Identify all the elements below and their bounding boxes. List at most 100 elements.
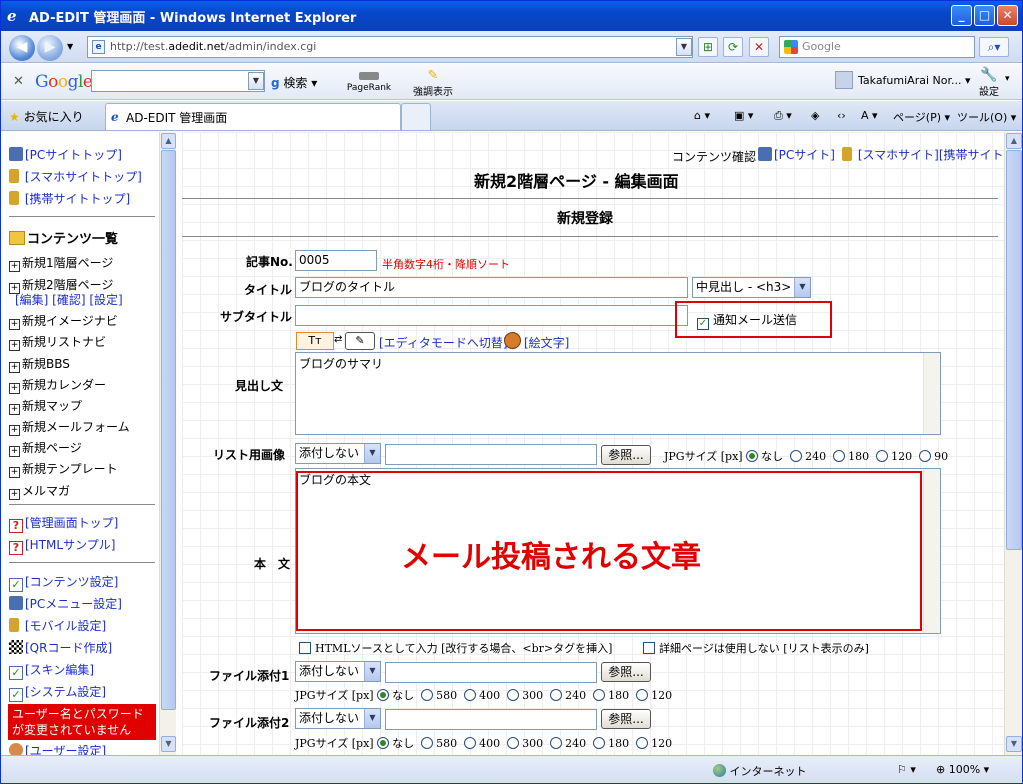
sidebar-smartphone-top-link[interactable]: [スマホサイトトップ] xyxy=(9,168,142,185)
sidebar-item-page[interactable]: + 新規ページ xyxy=(9,439,82,457)
main-scrollbar[interactable]: ▲ ▼ xyxy=(1004,132,1022,755)
pagerank-button[interactable]: PageRank xyxy=(343,70,395,93)
file2-select[interactable]: 添付しない ▼ xyxy=(295,708,381,729)
scroll-up-icon[interactable]: ▲ xyxy=(161,133,176,149)
sidebar-item-new-1level[interactable]: + 新規1階層ページ xyxy=(9,254,113,272)
sidebar-scrollbar[interactable]: ▲ ▼ xyxy=(159,132,176,755)
maximize-button[interactable]: □ xyxy=(974,5,995,26)
heading-level-select[interactable]: 中見出し - <h3> ▼ xyxy=(692,277,811,298)
forward-button[interactable]: ▶ xyxy=(37,35,63,61)
size-option-120[interactable]: 120 xyxy=(873,450,912,463)
file1-size-580[interactable]: 580 xyxy=(418,689,457,702)
home-icon[interactable]: ⌂ ▾ xyxy=(694,109,710,122)
sidebar-user-settings-link[interactable]: [ユーザー設定] xyxy=(9,742,106,755)
file2-size-400[interactable]: 400 xyxy=(461,737,500,750)
list-image-file-input[interactable] xyxy=(385,444,597,465)
sidebar-item-template[interactable]: + 新規テンプレート xyxy=(9,460,118,478)
google-account-button[interactable]: TakafumiArai Nor... ▾ xyxy=(858,74,971,87)
sidebar-mobile-top-link[interactable]: [携帯サイトトップ] xyxy=(9,190,130,207)
sidebar-item-mailform[interactable]: + 新規メールフォーム xyxy=(9,418,130,436)
close-button[interactable]: ✕ xyxy=(997,5,1018,26)
new-tab-button[interactable] xyxy=(401,103,431,130)
file1-browse-button[interactable]: 参照... xyxy=(601,662,651,682)
mobile-site-link[interactable]: [スマホサイト][携帯サイト] xyxy=(842,146,1008,163)
file1-size-120[interactable]: 120 xyxy=(633,689,672,702)
pc-site-link[interactable]: [PCサイト] xyxy=(758,146,835,163)
address-dropdown-icon[interactable]: ▼ xyxy=(676,38,692,56)
sidebar-item-list-navi[interactable]: + 新規リストナビ xyxy=(9,333,106,351)
favorites-button[interactable]: ★ お気に入り xyxy=(9,108,84,125)
sidebar-admin-top-link[interactable]: ? [管理画面トップ] xyxy=(9,514,118,533)
title-input[interactable]: ブログのタイトル xyxy=(295,277,688,298)
file2-input[interactable] xyxy=(385,709,597,730)
article-no-input[interactable]: 0005 xyxy=(295,250,377,271)
sidebar-sub-links[interactable]: [編集] [確認] [設定] xyxy=(15,291,123,308)
editor-mode-link[interactable]: [エディタモードへ切替] xyxy=(379,334,508,351)
print-icon[interactable]: ⎙ ▾ xyxy=(774,109,792,123)
scroll-up-icon[interactable]: ▲ xyxy=(1006,133,1022,149)
history-dropdown-icon[interactable]: ▼ xyxy=(67,42,73,51)
emoji-icon[interactable] xyxy=(504,332,521,349)
heading-text-area[interactable]: ブログのサマリ xyxy=(295,352,941,435)
close-toolbar-icon[interactable]: ✕ xyxy=(13,74,24,89)
html-source-checkbox[interactable]: HTMLソースとして入力 [改行する場合、<br>タグを挿入] xyxy=(299,640,612,656)
file1-size-300[interactable]: 300 xyxy=(504,689,543,702)
main-scroll-thumb[interactable] xyxy=(1006,150,1022,550)
size-option-90[interactable]: 90 xyxy=(916,450,948,463)
tools-menu[interactable]: ツール(O) ▾ xyxy=(957,109,1016,125)
search-go-icon[interactable]: ⌕▾ xyxy=(979,37,1009,57)
file1-size-180[interactable]: 180 xyxy=(590,689,629,702)
minimize-button[interactable]: _ xyxy=(951,5,972,26)
list-image-browse-button[interactable]: 参照... xyxy=(601,445,651,465)
list-image-select[interactable]: 添付しない ▼ xyxy=(295,443,381,464)
tab-active[interactable]: e AD-EDIT 管理画面 xyxy=(105,103,401,130)
sidebar-item-bbs[interactable]: + 新規BBS xyxy=(9,355,70,373)
file2-size-580[interactable]: 580 xyxy=(418,737,457,750)
stop-icon[interactable]: ✕ xyxy=(749,37,769,57)
settings-button[interactable]: 🔧 設定 xyxy=(977,67,1001,98)
sidebar-system-settings-link[interactable]: ✓ [システム設定] xyxy=(9,683,106,702)
file1-select[interactable]: 添付しない ▼ xyxy=(295,661,381,682)
sidebar-item-map[interactable]: + 新規マップ xyxy=(9,397,82,415)
emoji-link[interactable]: [絵文字] xyxy=(524,334,569,351)
compatibility-icon[interactable]: ⊞ xyxy=(698,37,718,57)
sidebar-pc-menu-settings-link[interactable]: [PCメニュー設定] xyxy=(9,595,122,612)
sidebar-mobile-settings-link[interactable]: [モバイル設定] xyxy=(9,617,106,634)
file1-size-none[interactable]: なし xyxy=(377,689,414,702)
subtitle-input[interactable] xyxy=(295,305,688,326)
scroll-down-icon[interactable]: ▼ xyxy=(161,736,176,752)
file2-size-240[interactable]: 240 xyxy=(547,737,586,750)
sidebar-scroll-thumb[interactable] xyxy=(161,150,176,710)
research-icon[interactable]: ◈ xyxy=(811,109,819,122)
tools-icon[interactable]: ‹› xyxy=(837,109,846,122)
file1-size-400[interactable]: 400 xyxy=(461,689,500,702)
file2-size-120[interactable]: 120 xyxy=(633,737,672,750)
address-input[interactable]: e http://test.adedit.net/admin/index.cgi xyxy=(87,36,693,58)
file2-browse-button[interactable]: 参照... xyxy=(601,709,651,729)
sidebar-skin-edit-link[interactable]: ✓ [スキン編集] xyxy=(9,661,94,680)
size-option-240[interactable]: 240 xyxy=(787,450,826,463)
toolbar-options-icon[interactable]: ▾ xyxy=(1005,74,1010,84)
feeds-icon[interactable]: ▣ ▾ xyxy=(734,109,753,122)
sidebar-content-settings-link[interactable]: ✓ [コンテンツ設定] xyxy=(9,573,118,592)
protected-mode-icon[interactable]: ⚐ ▾ xyxy=(897,763,916,776)
refresh-icon[interactable]: ⟳ xyxy=(723,37,743,57)
detail-unused-checkbox[interactable]: 詳細ページは使用しない [リスト表示のみ] xyxy=(643,640,869,656)
file2-size-none[interactable]: なし xyxy=(377,737,414,750)
sidebar-item-image-navi[interactable]: + 新規イメージナビ xyxy=(9,312,118,330)
sidebar-pc-top-link[interactable]: [PCサイトトップ] xyxy=(9,146,122,163)
scroll-down-icon[interactable]: ▼ xyxy=(1006,736,1022,752)
back-button[interactable]: ◀ xyxy=(9,35,35,61)
sidebar-item-mailmag[interactable]: + メルマガ xyxy=(9,482,70,500)
text-format-icon[interactable]: Tт xyxy=(296,332,334,350)
size-option-none[interactable]: なし xyxy=(746,450,783,463)
page-menu[interactable]: ページ(P) ▾ xyxy=(893,109,950,125)
file2-size-300[interactable]: 300 xyxy=(504,737,543,750)
sidebar-item-calendar[interactable]: + 新規カレンダー xyxy=(9,376,106,394)
zoom-control[interactable]: ⊕ 100% ▾ xyxy=(936,763,989,776)
file1-size-240[interactable]: 240 xyxy=(547,689,586,702)
font-size-icon[interactable]: A ▾ xyxy=(861,109,878,122)
file2-size-180[interactable]: 180 xyxy=(590,737,629,750)
highlight-button[interactable]: ✎ 強調表示 xyxy=(409,68,457,98)
google-search-dropdown-icon[interactable]: ▼ xyxy=(248,72,264,90)
